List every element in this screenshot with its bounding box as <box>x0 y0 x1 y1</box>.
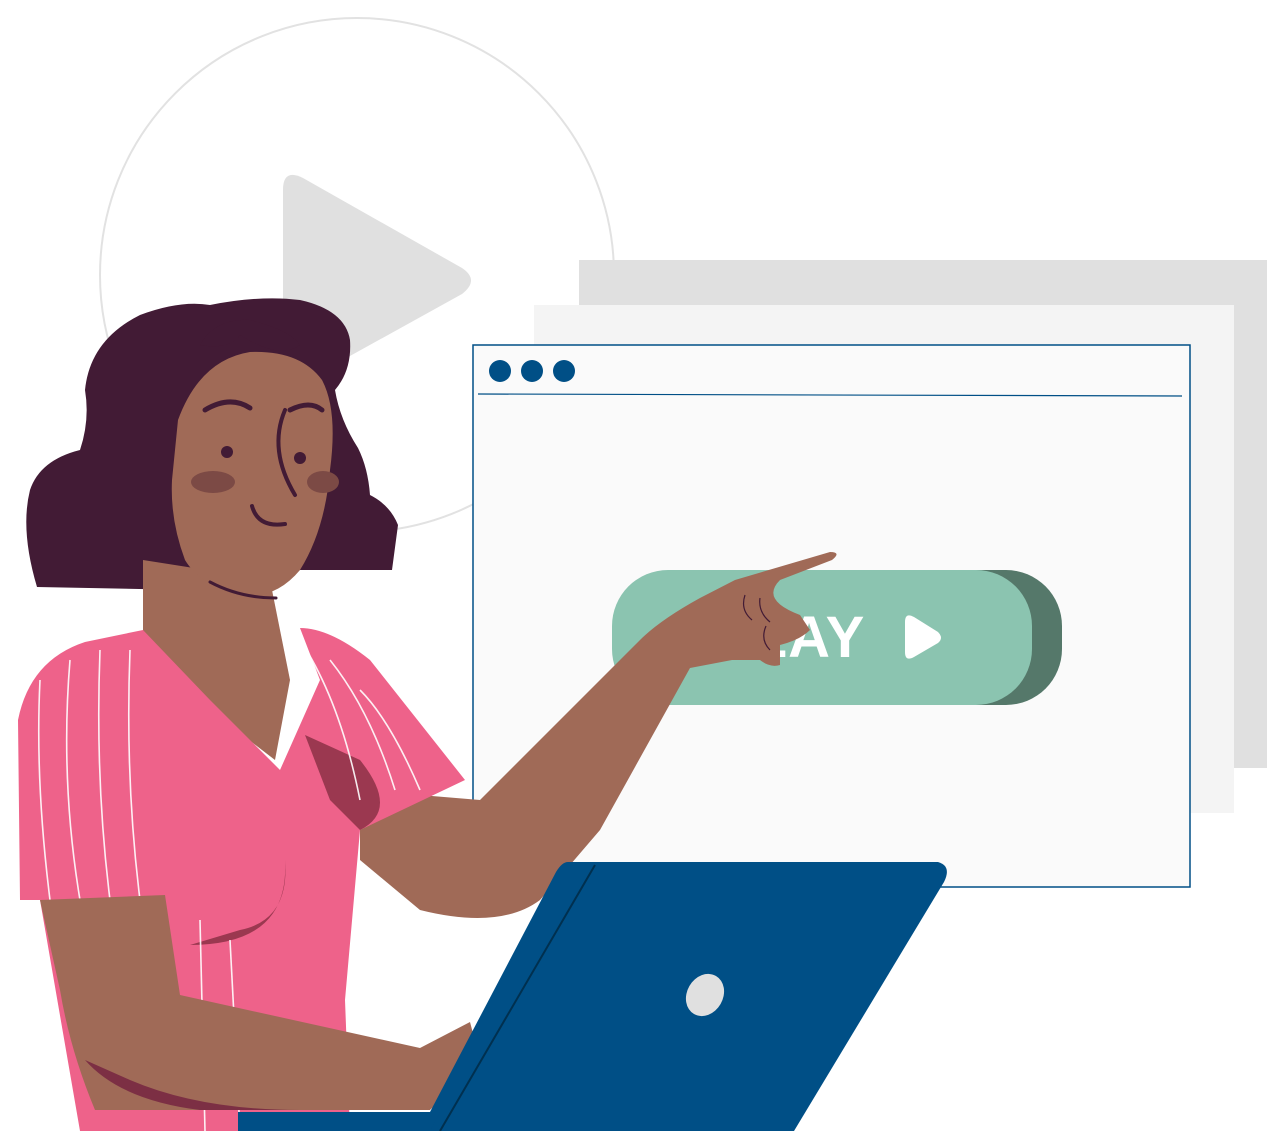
window-dot-2[interactable] <box>521 360 543 382</box>
window-dot-3[interactable] <box>553 360 575 382</box>
window-dot-1[interactable] <box>489 360 511 382</box>
illustration: PLAY <box>18 17 1267 1131</box>
